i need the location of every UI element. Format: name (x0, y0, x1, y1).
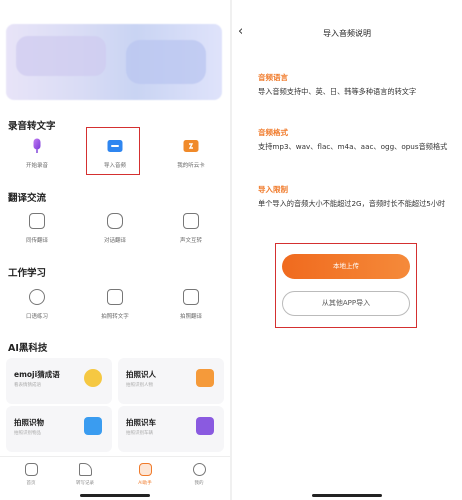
banner-graphic (16, 36, 106, 76)
voice-text-convert-button[interactable]: 声文互转 (160, 213, 222, 259)
home-indicator (80, 494, 150, 497)
convert-icon (183, 213, 199, 229)
page-title: 导入音频说明 (323, 29, 371, 38)
section-title-ai: AI黑科技 (8, 343, 48, 354)
simultaneous-translate-button[interactable]: 同传翻译 (6, 213, 68, 259)
ai-card-car[interactable]: 拍照识车 拍照识别车辆 (118, 406, 224, 452)
home-icon (24, 463, 38, 476)
scan-icon (107, 289, 123, 305)
profile-icon (192, 463, 206, 476)
section-heading-format: 音频格式 (258, 128, 288, 137)
card-title: emoji猜成语 (14, 370, 60, 379)
photo-translate-button[interactable]: 拍照翻译 (160, 289, 222, 335)
emoji-icon (84, 369, 102, 387)
card-subtitle: 看表情猜成语 (14, 383, 41, 388)
tab-profile[interactable]: 我的 (176, 463, 222, 486)
card-icon (183, 140, 199, 152)
ai-card-person[interactable]: 拍照识人 拍照识别人物 (118, 358, 224, 404)
promo-banner[interactable] (6, 24, 222, 100)
speak-icon (29, 289, 45, 305)
tab-label: 我的 (194, 481, 204, 486)
object-icon (84, 417, 102, 435)
tab-label: 转写记录 (76, 481, 94, 486)
card-subtitle: 拍照识别人物 (126, 383, 153, 388)
section-text-limits: 单个导入的音频大小不能超过2G，音频时长不能超过5小时 (258, 199, 446, 208)
tab-records[interactable]: 转写记录 (62, 463, 108, 486)
home-screen: 录音转文字 开始录音 导入音频 我的听云卡 翻译交流 同传翻译 对话翻译 声文互… (0, 0, 230, 500)
section-heading-language: 音频语言 (258, 73, 288, 82)
grid-item-label: 拍照翻译 (179, 314, 202, 320)
section-heading-limits: 导入限制 (258, 185, 288, 194)
grid-item-label: 对话翻译 (103, 238, 126, 244)
tab-assistant[interactable]: AI助手 (122, 463, 168, 486)
ai-card-object[interactable]: 拍照识物 拍照识别物品 (6, 406, 112, 452)
section-title-translate: 翻译交流 (8, 193, 47, 204)
assistant-icon (138, 463, 152, 476)
dialog-translate-button[interactable]: 对话翻译 (84, 213, 146, 259)
edit-icon (78, 463, 92, 476)
translate-icon (29, 213, 45, 229)
card-title: 拍照识物 (14, 418, 44, 427)
section-title-recording: 录音转文字 (8, 121, 56, 132)
tab-label: 首页 (26, 481, 36, 486)
card-title: 拍照识人 (126, 370, 156, 379)
person-icon (196, 369, 214, 387)
ai-card-emoji[interactable]: emoji猜成语 看表情猜成语 (6, 358, 112, 404)
section-text-format: 支持mp3、wav、flac、m4a、aac、ogg、opus音频格式 (258, 142, 448, 151)
photo-icon (183, 289, 199, 305)
grid-item-label: 同传翻译 (25, 238, 48, 244)
section-title-study: 工作学习 (8, 268, 47, 279)
card-subtitle: 拍照识别物品 (14, 431, 41, 436)
grid-item-label: 我的听云卡 (177, 163, 205, 169)
photo-to-text-button[interactable]: 拍照转文字 (84, 289, 146, 335)
chat-icon (107, 213, 123, 229)
grid-item-label: 口语练习 (25, 314, 48, 320)
grid-item-label: 开始录音 (25, 163, 48, 169)
section-text-language: 导入音频支持中、英、日、韩等多种语言的转文字 (258, 87, 417, 96)
grid-item-label: 声文互转 (179, 238, 202, 244)
microphone-icon (33, 138, 41, 153)
car-icon (196, 417, 214, 435)
start-recording-button[interactable]: 开始录音 (6, 138, 68, 184)
grid-item-label: 拍照转文字 (101, 314, 129, 320)
home-indicator (312, 494, 382, 497)
tab-label: AI助手 (138, 481, 152, 486)
card-title: 拍照识车 (126, 418, 156, 427)
import-audio-help-screen: ‹ 导入音频说明 音频语言 导入音频支持中、英、日、韩等多种语言的转文字 音频格… (232, 0, 462, 500)
banner-graphic (126, 40, 206, 84)
card-subtitle: 拍照识别车辆 (126, 431, 153, 436)
highlight-box (275, 243, 417, 328)
speaking-practice-button[interactable]: 口语练习 (6, 289, 68, 335)
my-card-button[interactable]: 我的听云卡 (160, 138, 222, 184)
tab-home[interactable]: 首页 (8, 463, 54, 486)
highlight-box (86, 127, 140, 175)
